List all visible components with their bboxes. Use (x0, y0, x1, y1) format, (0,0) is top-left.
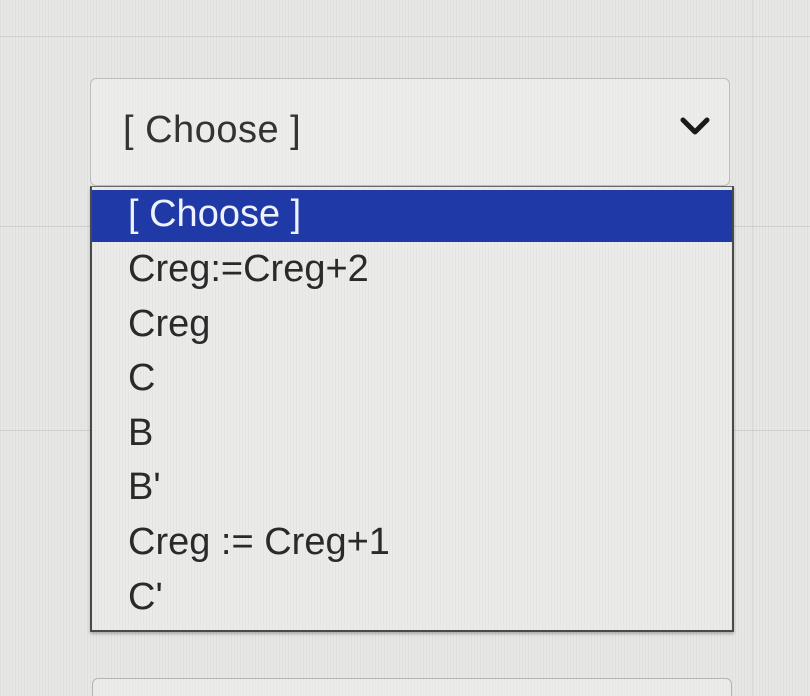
option-creg[interactable]: Creg (92, 297, 732, 352)
option-creg-plus-1[interactable]: Creg := Creg+1 (92, 515, 732, 570)
option-c[interactable]: C (92, 351, 732, 406)
option-b[interactable]: B (92, 406, 732, 461)
next-select-box[interactable] (92, 678, 732, 696)
page-divider (0, 36, 810, 37)
option-choose[interactable]: [ Choose ] (92, 190, 732, 242)
select-current-value: [ Choose ] (123, 109, 302, 151)
option-c-prime[interactable]: C' (92, 570, 732, 625)
option-creg-plus-2[interactable]: Creg:=Creg+2 (92, 242, 732, 297)
choose-select[interactable]: [ Choose ] (90, 78, 730, 186)
page-divider (752, 0, 753, 696)
option-b-prime[interactable]: B' (92, 460, 732, 515)
dropdown-options-list[interactable]: [ Choose ] Creg:=Creg+2 Creg C B B' Creg… (90, 186, 734, 632)
chevron-down-icon[interactable] (679, 115, 711, 137)
